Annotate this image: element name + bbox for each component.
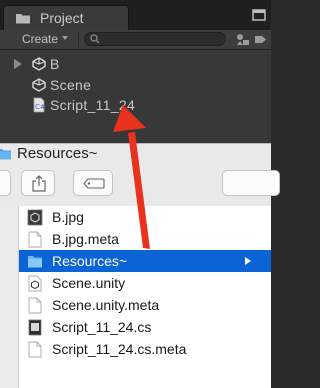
finder-toolbar: [0, 166, 280, 207]
search-icon: [90, 34, 100, 44]
tab-project-label: Project: [40, 10, 84, 26]
file-row[interactable]: B.jpg.meta: [19, 228, 271, 250]
chevron-down-icon[interactable]: [62, 36, 68, 40]
folder-icon: [16, 14, 30, 24]
unity-scene-icon: [32, 57, 46, 71]
finder-title-bar: Resources~: [0, 144, 271, 166]
panel-menu-icon[interactable]: [249, 8, 267, 22]
tab-project[interactable]: Project: [3, 5, 129, 30]
folder-icon: [28, 256, 42, 268]
file-row[interactable]: Script_11_24.cs.meta: [19, 338, 271, 360]
tag-icon: [83, 178, 105, 189]
unity-scene-icon: [32, 78, 46, 92]
window-title: Resources~: [17, 145, 98, 162]
view-options-button[interactable]: [0, 170, 11, 196]
file-label: Resources~: [52, 253, 128, 269]
filter-by-type-icon[interactable]: [236, 33, 250, 46]
share-icon: [32, 175, 46, 192]
toolbar-divider: [78, 32, 79, 47]
file-label: Script_11_24.cs.meta: [52, 341, 187, 357]
file-row[interactable]: Script_11_24.cs: [19, 316, 271, 338]
file-label: Scene.unity: [52, 275, 126, 291]
tags-button[interactable]: [73, 170, 113, 196]
document-icon: [28, 231, 42, 248]
unity-project-panel: Project Create B Scene C# Script_11_24: [0, 0, 271, 143]
document-icon: [28, 341, 42, 358]
share-button[interactable]: [21, 170, 55, 196]
finder-window: Resources~ B.jpg B.jpg.meta Resources~ S…: [0, 143, 280, 388]
cs-file-icon: [28, 319, 42, 336]
create-dropdown[interactable]: Create: [0, 30, 64, 49]
asset-item[interactable]: Scene: [0, 75, 271, 95]
unity-toolbar: Create: [0, 30, 271, 50]
document-icon: [28, 297, 42, 314]
file-row[interactable]: Scene.unity: [19, 272, 271, 294]
search-input[interactable]: [84, 32, 226, 46]
asset-label: Scene: [50, 77, 92, 93]
filter-by-label-icon[interactable]: [254, 33, 268, 46]
search-field[interactable]: [222, 170, 280, 196]
file-list: B.jpg B.jpg.meta Resources~ Scene.unity …: [19, 206, 271, 388]
folder-icon: [0, 149, 11, 160]
foldout-arrow-icon[interactable]: [14, 59, 22, 69]
unity-tab-bar: Project: [0, 0, 271, 30]
asset-item[interactable]: C# Script_11_24: [0, 95, 271, 115]
file-label: Scene.unity.meta: [52, 297, 160, 313]
file-row[interactable]: Scene.unity.meta: [19, 294, 271, 316]
file-label: B.jpg: [52, 209, 84, 225]
file-label: Script_11_24.cs: [52, 319, 152, 335]
image-file-icon: [27, 209, 43, 226]
unity-scene-icon: [28, 275, 42, 292]
svg-text:C#: C#: [35, 103, 46, 111]
asset-item[interactable]: B: [0, 54, 271, 74]
disclosure-arrow-icon[interactable]: [245, 257, 251, 265]
asset-label: Script_11_24: [50, 97, 136, 113]
file-label: B.jpg.meta: [52, 231, 119, 247]
asset-label: B: [50, 56, 60, 72]
finder-sidebar: [0, 206, 19, 388]
file-row-selected[interactable]: Resources~: [19, 250, 271, 272]
file-row[interactable]: B.jpg: [19, 206, 271, 228]
csharp-script-icon: C#: [33, 97, 46, 113]
